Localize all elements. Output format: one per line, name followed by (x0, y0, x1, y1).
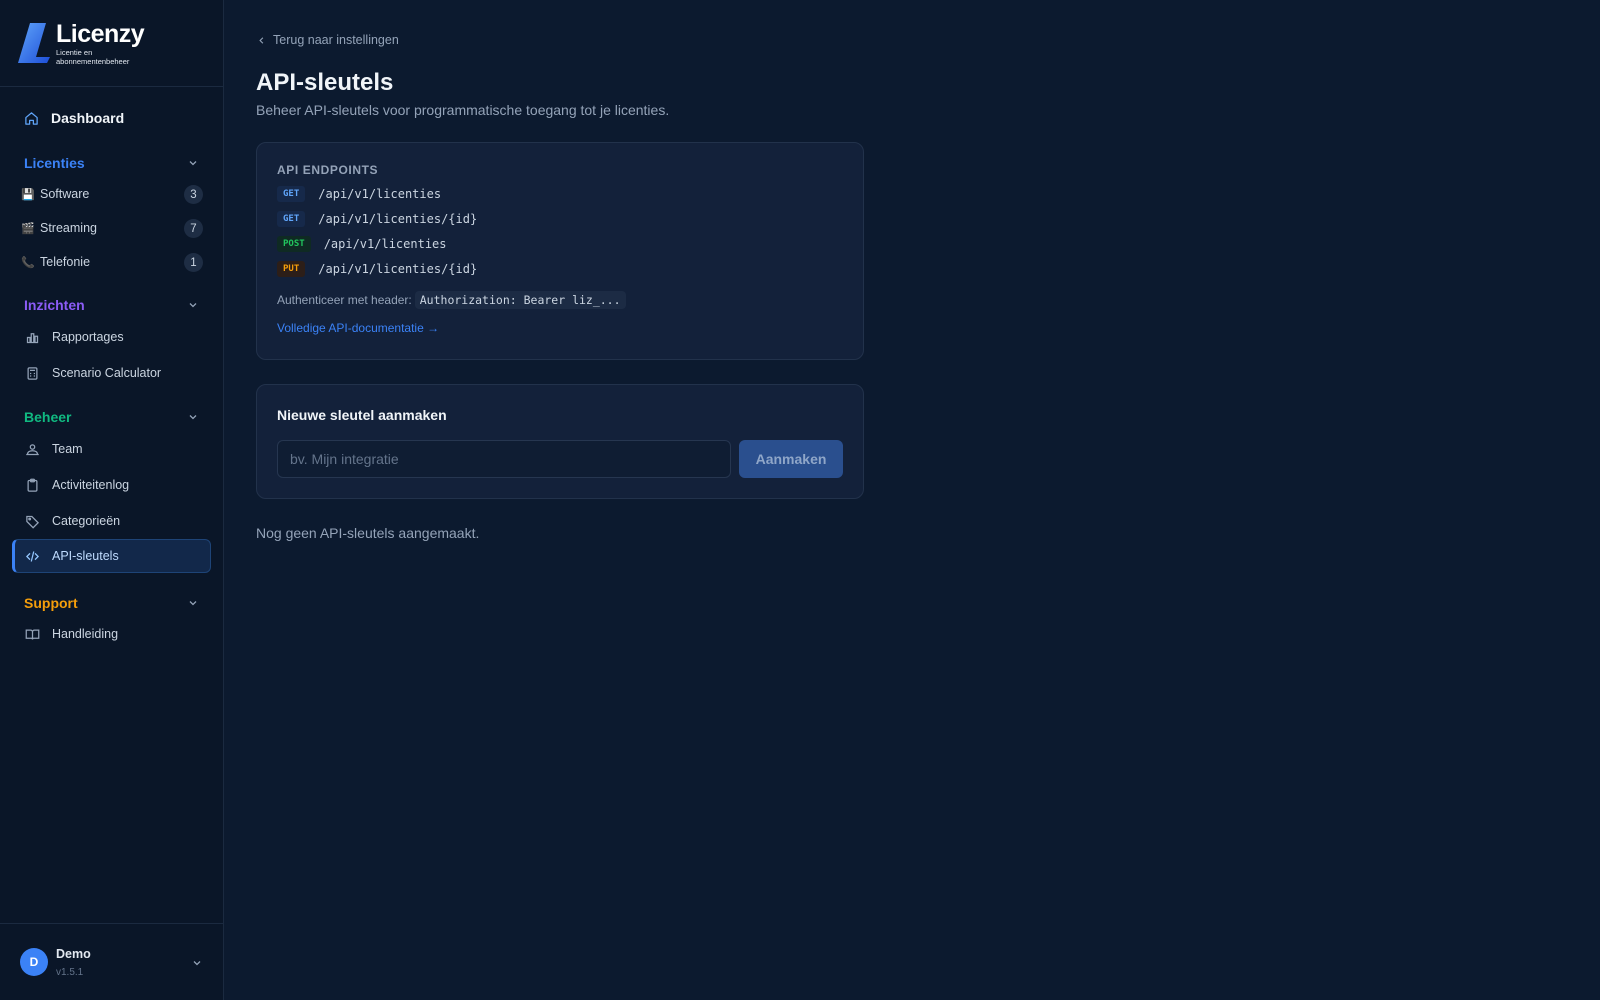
method-badge: GET (277, 186, 306, 202)
sidebar-item-handleiding[interactable]: Handleiding (12, 617, 211, 651)
auth-header-code: Authorization: Bearer liz_... (414, 291, 626, 309)
chevron-down-icon (189, 601, 197, 606)
sidebar-item-categorieen[interactable]: Categorieën (12, 503, 211, 539)
calculator-icon (24, 365, 40, 381)
book-icon (24, 626, 40, 642)
user-name: Demo (56, 946, 91, 961)
group-licenties[interactable]: Licenties (12, 149, 211, 177)
chevron-down-icon (189, 161, 197, 166)
page-description: Beheer API-sleutels voor programmatische… (256, 102, 670, 118)
count-badge: 7 (184, 219, 203, 238)
endpoint-path: /api/v1/licenties (323, 237, 447, 251)
group-label: Inzichten (24, 297, 85, 313)
sidebar-item-team[interactable]: Team (12, 431, 211, 467)
count-badge: 3 (184, 185, 203, 204)
sidebar-item-software[interactable]: 💾 Software 3 (12, 177, 211, 211)
new-key-title: Nieuwe sleutel aanmaken (277, 407, 447, 423)
group-label: Licenties (24, 155, 85, 171)
user-menu[interactable]: D Demo v1.5.1 (0, 923, 223, 1000)
team-icon (24, 441, 40, 457)
group-label: Beheer (24, 409, 72, 425)
floppy-disk-icon: 💾 (21, 188, 35, 201)
method-badge: POST (277, 236, 311, 252)
sidebar-item-label: Streaming (40, 221, 97, 235)
avatar: D (20, 948, 48, 976)
app-root: Licenzy Licentie en abonnementenbeheer D… (0, 0, 1600, 1000)
group-inzichten[interactable]: Inzichten (12, 291, 211, 319)
card-label: API ENDPOINTS (277, 163, 379, 177)
brand-name: Licenzy (56, 19, 145, 48)
sidebar-item-label: Dashboard (51, 110, 125, 126)
brand[interactable]: Licenzy Licentie en abonnementenbeheer (0, 0, 223, 87)
sidebar-item-label: Activiteitenlog (52, 478, 130, 492)
main-content: Terug naar instellingen API-sleutels Beh… (224, 0, 1600, 1000)
telephone-icon: 📞 (21, 256, 35, 269)
sidebar-item-label: Telefonie (40, 255, 91, 269)
clipboard-icon (24, 477, 40, 493)
back-link[interactable]: Terug naar instellingen (256, 32, 1568, 48)
new-key-card: Nieuwe sleutel aanmaken Aanmaken (256, 384, 864, 499)
endpoint-row: PUT /api/v1/licenties/{id} (277, 261, 843, 277)
method-badge: GET (277, 211, 306, 227)
sidebar-item-dashboard[interactable]: Dashboard (12, 101, 211, 135)
sidebar-item-label: Scenario Calculator (52, 366, 162, 380)
sidebar-item-label: Software (40, 187, 90, 201)
endpoint-row: GET /api/v1/licenties (277, 186, 843, 202)
sidebar-item-label: Handleiding (52, 627, 119, 641)
tag-icon (24, 513, 40, 529)
chevron-down-icon (193, 961, 201, 966)
chevron-down-icon (189, 303, 197, 308)
group-support[interactable]: Support (12, 589, 211, 617)
home-icon (25, 111, 38, 125)
method-badge: PUT (277, 261, 306, 277)
bar-chart-icon (24, 329, 40, 345)
sidebar-item-scenario-calculator[interactable]: Scenario Calculator (12, 355, 211, 391)
endpoint-row: POST /api/v1/licenties (277, 236, 843, 252)
auth-hint: Authenticeer met header: Authorization: … (277, 291, 843, 309)
sidebar-item-telefonie[interactable]: 📞 Telefonie 1 (12, 245, 211, 279)
brand-subtitle: Licentie en abonnementenbeheer (56, 47, 130, 66)
key-name-input[interactable] (277, 440, 731, 478)
endpoint-path: /api/v1/licenties (318, 187, 442, 201)
sidebar: Licenzy Licentie en abonnementenbeheer D… (0, 0, 224, 1000)
sidebar-item-activiteitenlog[interactable]: Activiteitenlog (12, 467, 211, 503)
new-key-form: Aanmaken (277, 440, 843, 478)
sidebar-nav: Dashboard Licenties 💾 Software 3 🎬 Strea… (0, 87, 223, 651)
empty-state: Nog geen API-sleutels aangemaakt. (256, 525, 480, 541)
group-beheer[interactable]: Beheer (12, 403, 211, 431)
count-badge: 1 (184, 253, 203, 272)
sidebar-item-label: Team (52, 442, 83, 456)
chevron-left-icon (259, 36, 264, 44)
create-key-button[interactable]: Aanmaken (739, 440, 843, 478)
group-label: Support (24, 595, 78, 611)
sidebar-item-label: Rapportages (52, 330, 124, 344)
page-title: API-sleutels (256, 69, 394, 96)
sidebar-item-streaming[interactable]: 🎬 Streaming 7 (12, 211, 211, 245)
sidebar-item-api-sleutels[interactable]: API-sleutels (12, 539, 211, 573)
sidebar-item-label: Categorieën (52, 514, 121, 528)
endpoint-path: /api/v1/licenties/{id} (318, 262, 478, 276)
chevron-down-icon (189, 415, 197, 420)
endpoint-path: /api/v1/licenties/{id} (318, 212, 478, 226)
sidebar-item-rapportages[interactable]: Rapportages (12, 319, 211, 355)
code-icon (24, 548, 40, 564)
api-docs-link[interactable]: Volledige API-documentatie → (277, 321, 439, 335)
licenzy-logo-icon (18, 23, 50, 63)
api-endpoints-card: API ENDPOINTS GET /api/v1/licenties GET … (256, 142, 864, 360)
clapperboard-icon: 🎬 (21, 222, 35, 235)
sidebar-item-label: API-sleutels (52, 549, 119, 563)
back-link-label: Terug naar instellingen (273, 33, 399, 47)
auth-label: Authenticeer met header: (277, 293, 412, 307)
app-version: v1.5.1 (56, 966, 84, 978)
endpoint-row: GET /api/v1/licenties/{id} (277, 211, 843, 227)
